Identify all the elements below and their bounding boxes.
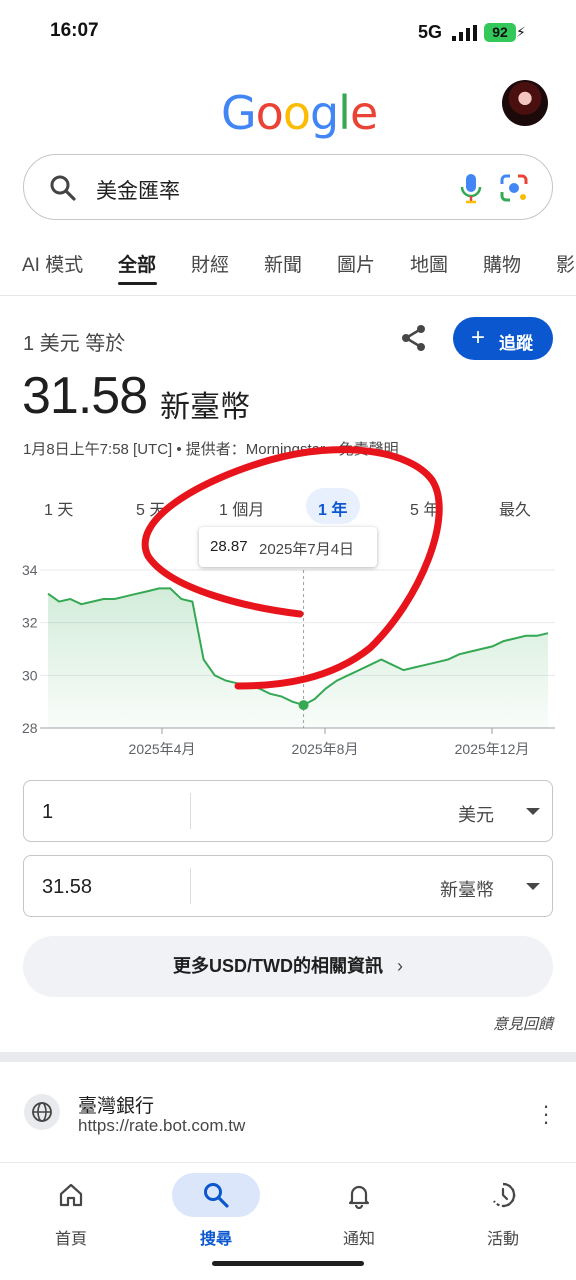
- tooltip-value: 28.87: [210, 538, 248, 555]
- search-icon: [204, 1183, 229, 1208]
- status-bar: 16:07 5G 92 ⚡: [0, 0, 576, 64]
- bell-icon: [348, 1185, 370, 1209]
- x-tick-label: 2025年4月: [129, 741, 196, 757]
- converter-row-usd[interactable]: 1 美元: [23, 780, 553, 842]
- chevron-right-icon: ›: [397, 956, 403, 976]
- range-5y[interactable]: 5 年: [410, 496, 439, 520]
- bottom-nav: 首頁 搜尋 通知 活動: [0, 1162, 576, 1280]
- amount-input[interactable]: 31.58: [42, 876, 92, 899]
- nav-search[interactable]: 搜尋: [166, 1163, 266, 1263]
- nav-label: 通知: [342, 1231, 375, 1248]
- chart-area: [48, 588, 548, 728]
- currency-select[interactable]: 新臺幣: [440, 876, 494, 902]
- nav-label: 搜尋: [199, 1231, 232, 1248]
- tab-shopping[interactable]: 購物: [483, 250, 521, 277]
- lens-icon[interactable]: [498, 172, 530, 204]
- range-max[interactable]: 最久: [499, 496, 531, 520]
- x-tick-label: 2025年12月: [455, 741, 530, 757]
- more-info-label: 更多USD/TWD的相關資訊: [173, 956, 383, 976]
- logo-letter: l: [338, 86, 351, 140]
- exchange-rate-value: 31.58: [22, 367, 148, 425]
- nav-notifications[interactable]: 通知: [309, 1163, 409, 1263]
- y-tick-label: 34: [22, 562, 38, 578]
- y-tick-label: 30: [22, 667, 38, 683]
- dropdown-caret-icon[interactable]: [526, 808, 540, 815]
- result-url[interactable]: https://rate.bot.com.tw: [78, 1116, 245, 1136]
- network-type: 5G: [418, 22, 443, 42]
- history-icon: [493, 1182, 516, 1208]
- share-icon[interactable]: [398, 322, 430, 354]
- logo-letter: G: [221, 86, 257, 140]
- follow-label: 追蹤: [499, 334, 533, 353]
- tab-all[interactable]: 全部: [118, 250, 156, 277]
- logo-letter: g: [309, 86, 339, 140]
- exchange-rate-unit: 新臺幣: [160, 391, 250, 424]
- tab-videos[interactable]: 影: [556, 250, 575, 277]
- range-1m[interactable]: 1 個月: [219, 496, 264, 520]
- rate-meta-info: 1月8日上午7:58 [UTC] • 提供者：Morningstar • 免責聲…: [23, 441, 399, 458]
- range-5d[interactable]: 5 天: [136, 496, 165, 520]
- nav-label: 活動: [486, 1231, 519, 1248]
- battery-icon: 92: [484, 23, 516, 42]
- globe-icon: [24, 1094, 60, 1130]
- search-input[interactable]: 美金匯率: [96, 175, 180, 205]
- charging-icon: ⚡: [516, 24, 526, 40]
- converter-row-twd[interactable]: 31.58 新臺幣: [23, 855, 553, 917]
- tab-ai-mode[interactable]: AI 模式: [22, 250, 83, 277]
- status-time: 16:07: [50, 20, 99, 41]
- divider: [190, 868, 191, 904]
- tab-images[interactable]: 圖片: [337, 250, 375, 277]
- more-vert-icon[interactable]: · · ·: [536, 1095, 556, 1133]
- x-tick-label: 2025年8月: [292, 741, 359, 757]
- nav-home[interactable]: 首頁: [21, 1163, 121, 1263]
- nav-label: 首頁: [54, 1231, 87, 1248]
- active-tab-indicator: [118, 282, 157, 285]
- home-icon: [59, 1183, 83, 1207]
- tooltip-date: 2025年7月4日: [259, 541, 355, 558]
- range-1d[interactable]: 1 天: [44, 496, 73, 520]
- avatar[interactable]: [502, 80, 548, 126]
- currency-select[interactable]: 美元: [458, 801, 494, 827]
- mic-icon[interactable]: [454, 171, 488, 205]
- google-logo[interactable]: Google: [221, 86, 378, 140]
- signal-icon: [452, 25, 477, 41]
- feedback-link[interactable]: 意見回饋: [493, 1013, 553, 1034]
- section-separator: [0, 1052, 576, 1062]
- amount-input[interactable]: 1: [42, 801, 53, 824]
- nav-activity[interactable]: 活動: [453, 1163, 553, 1263]
- follow-button[interactable]: + 追蹤: [453, 317, 553, 360]
- chart-tooltip: 28.87 2025年7月4日: [199, 527, 377, 567]
- plus-icon: +: [471, 324, 486, 351]
- range-selector: 1 天 5 天 1 個月 1 年 5 年 最久: [0, 488, 576, 524]
- search-icon: [50, 175, 76, 201]
- divider: [190, 793, 191, 829]
- search-result[interactable]: 臺灣銀行 https://rate.bot.com.tw · · ·: [0, 1080, 576, 1160]
- y-tick-label: 28: [22, 720, 38, 736]
- chart-cursor-dot: [298, 700, 309, 711]
- result-site-name[interactable]: 臺灣銀行: [78, 1091, 154, 1118]
- search-bar[interactable]: 美金匯率: [23, 154, 553, 220]
- tab-maps[interactable]: 地圖: [410, 250, 448, 277]
- range-1y[interactable]: 1 年: [318, 496, 347, 520]
- gesture-handle: [212, 1261, 364, 1266]
- tab-finance[interactable]: 財經: [191, 250, 229, 277]
- currency-equals-label: 1 美元 等於: [23, 333, 126, 355]
- logo-letter: o: [282, 86, 311, 140]
- logo-letter: e: [349, 86, 378, 140]
- dropdown-caret-icon[interactable]: [526, 883, 540, 890]
- more-info-button[interactable]: 更多USD/TWD的相關資訊 ›: [23, 936, 553, 997]
- y-tick-label: 32: [22, 615, 38, 631]
- logo-letter: o: [255, 86, 284, 140]
- search-tabs: AI 模式 全部 財經 新聞 圖片 地圖 購物 影: [0, 240, 576, 296]
- tab-news[interactable]: 新聞: [264, 250, 302, 277]
